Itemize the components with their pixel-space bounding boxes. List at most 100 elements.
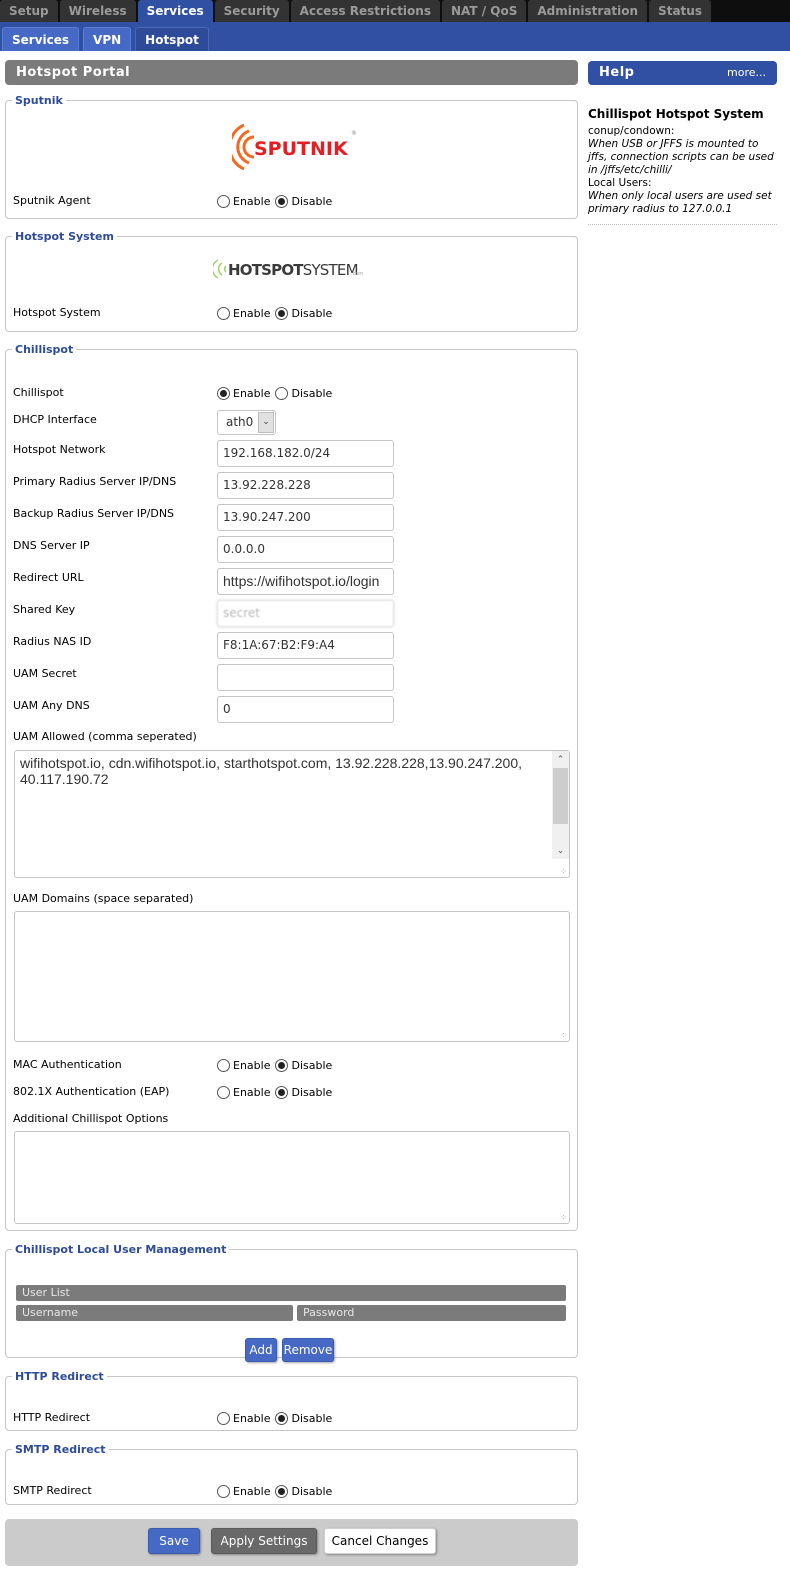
mac-auth-disable-radio[interactable] xyxy=(275,1058,289,1072)
chevron-down-icon: ⌄ xyxy=(258,412,274,433)
chillispot-enable-radio[interactable] xyxy=(217,386,230,400)
chillispot-section: Chillispot Chillispot Enable Disable DHC… xyxy=(5,343,578,1231)
chillispot-legend: Chillispot xyxy=(15,343,74,356)
remove-user-button[interactable]: Remove xyxy=(282,1338,334,1362)
primary-radius-input[interactable]: 13.92.228.228 xyxy=(217,472,394,499)
sputnik-agent-row: Sputnik Agent Enable Disable xyxy=(13,191,573,211)
footer-bar: Save Apply Settings Cancel Changes xyxy=(5,1519,578,1566)
apply-settings-button[interactable]: Apply Settings xyxy=(211,1528,317,1554)
uam-domains-label: UAM Domains (space separated) xyxy=(13,892,194,905)
help-body: Chillispot Hotspot System conup/condown:… xyxy=(588,108,777,225)
resize-grip-icon[interactable]: ⁘ xyxy=(560,1032,567,1040)
additional-options-textarea[interactable]: ⁘ xyxy=(14,1131,570,1224)
uam-any-dns-label: UAM Any DNS xyxy=(13,699,90,712)
primary-radius-label: Primary Radius Server IP/DNS xyxy=(13,475,177,488)
primary-radius-row: Primary Radius Server IP/DNS 13.92.228.2… xyxy=(13,472,573,499)
svg-text:SPUTNIK: SPUTNIK xyxy=(254,138,349,160)
add-user-button[interactable]: Add xyxy=(245,1338,277,1362)
tab-wireless[interactable]: Wireless xyxy=(59,0,136,22)
radio-label-disable: Disable xyxy=(291,194,333,208)
main-content: Hotspot Portal xyxy=(5,60,578,85)
backup-radius-label: Backup Radius Server IP/DNS xyxy=(13,507,175,520)
redirect-url-input[interactable]: https://wifihotspot.io/login xyxy=(217,568,394,595)
sputnik-agent-disable-radio[interactable] xyxy=(275,194,289,208)
user-list-header: User List xyxy=(16,1285,566,1301)
help-text-local-users: Local Users: xyxy=(588,177,652,189)
uam-allowed-textarea[interactable]: wifihotspot.io, cdn.wifihotspot.io, star… xyxy=(14,750,570,878)
password-column-header: Password xyxy=(297,1305,566,1321)
sputnik-logo: SPUTNIK ® xyxy=(232,123,357,171)
tab-administration[interactable]: Administration xyxy=(528,0,648,22)
smtp-redirect-label: SMTP Redirect xyxy=(13,1484,92,1497)
help-more-link[interactable]: more... xyxy=(727,61,766,85)
dhcp-interface-select[interactable]: ath0 ⌄ xyxy=(217,410,276,435)
mac-auth-label: MAC Authentication xyxy=(13,1058,122,1071)
mac-auth-enable-radio[interactable] xyxy=(217,1058,230,1072)
hotspot-system-disable-radio[interactable] xyxy=(275,306,289,320)
shared-key-label: Shared Key xyxy=(13,603,76,616)
cancel-changes-button[interactable]: Cancel Changes xyxy=(324,1528,436,1554)
radio-label-disable: Disable xyxy=(291,1484,333,1498)
radio-label-disable: Disable xyxy=(291,1058,333,1072)
http-redirect-enable-radio[interactable] xyxy=(217,1411,230,1425)
eap-auth-disable-radio[interactable] xyxy=(275,1085,289,1099)
http-redirect-disable-radio[interactable] xyxy=(275,1411,289,1425)
redirect-url-label: Redirect URL xyxy=(13,571,84,584)
radius-nas-input[interactable]: F8:1A:67:B2:F9:A4 xyxy=(217,632,394,659)
tab-security[interactable]: Security xyxy=(214,0,289,22)
scroll-thumb[interactable] xyxy=(553,768,568,824)
radio-label-enable: Enable xyxy=(233,194,271,208)
radio-label-enable: Enable xyxy=(233,1411,271,1425)
save-button[interactable]: Save xyxy=(148,1528,200,1554)
subtab-vpn[interactable]: VPN xyxy=(83,27,132,51)
tab-nat-qos[interactable]: NAT / QoS xyxy=(441,0,527,22)
help-header: Help more... xyxy=(588,61,777,85)
uam-domains-textarea[interactable]: ⁘ xyxy=(14,911,570,1042)
radio-label-enable: Enable xyxy=(233,1085,271,1099)
sputnik-agent-label: Sputnik Agent xyxy=(13,194,91,207)
shared-key-input[interactable]: secret xyxy=(217,600,394,627)
chillispot-enable-row: Chillispot Enable Disable xyxy=(13,383,573,403)
dns-server-row: DNS Server IP 0.0.0.0 xyxy=(13,536,573,563)
uam-allowed-label: UAM Allowed (comma seperated) xyxy=(13,730,197,743)
tab-services[interactable]: Services xyxy=(137,0,213,22)
sputnik-section: Sputnik SPUTNIK ® Sputnik Agent Enable D… xyxy=(5,94,578,219)
resize-grip-icon[interactable]: ⁘ xyxy=(560,868,567,876)
hotspot-system-enable-radio[interactable] xyxy=(217,306,230,320)
hotspot-network-input[interactable]: 192.168.182.0/24 xyxy=(217,440,394,467)
chillispot-disable-radio[interactable] xyxy=(275,386,289,400)
uam-any-dns-input[interactable]: 0 xyxy=(217,696,394,723)
eap-auth-label: 802.1X Authentication (EAP) xyxy=(13,1085,170,1098)
smtp-redirect-enable-radio[interactable] xyxy=(217,1484,230,1498)
top-nav: Setup Wireless Services Security Access … xyxy=(0,0,790,22)
uam-secret-input[interactable] xyxy=(217,664,394,691)
sputnik-agent-enable-radio[interactable] xyxy=(217,194,230,208)
scroll-down-icon[interactable]: ⌄ xyxy=(552,842,569,859)
hotspot-system-legend: Hotspot System xyxy=(15,230,114,243)
dns-server-input[interactable]: 0.0.0.0 xyxy=(217,536,394,563)
http-redirect-section: HTTP Redirect HTTP Redirect Enable Disab… xyxy=(5,1370,578,1431)
radio-label-enable: Enable xyxy=(233,1484,271,1498)
tab-setup[interactable]: Setup xyxy=(0,0,58,22)
smtp-redirect-disable-radio[interactable] xyxy=(275,1484,289,1498)
subtab-services[interactable]: Services xyxy=(2,27,80,51)
tab-access-restrictions[interactable]: Access Restrictions xyxy=(290,0,440,22)
resize-grip-icon[interactable]: ⁘ xyxy=(560,1214,567,1222)
mac-auth-row: MAC Authentication Enable Disable xyxy=(13,1055,573,1075)
tab-status[interactable]: Status xyxy=(649,0,711,22)
redirect-url-row: Redirect URL https://wifihotspot.io/logi… xyxy=(13,568,573,595)
eap-auth-enable-radio[interactable] xyxy=(217,1085,230,1099)
uam-secret-row: UAM Secret xyxy=(13,664,573,691)
http-redirect-label: HTTP Redirect xyxy=(13,1411,91,1424)
help-heading: Chillispot Hotspot System xyxy=(588,107,764,121)
radio-label-enable: Enable xyxy=(233,1058,271,1072)
hotspot-network-row: Hotspot Network 192.168.182.0/24 xyxy=(13,440,573,467)
shared-key-row: Shared Key secret xyxy=(13,600,573,627)
uam-allowed-scrollbar[interactable]: ⌃ ⌄ xyxy=(552,751,569,859)
backup-radius-input[interactable]: 13.90.247.200 xyxy=(217,504,394,531)
http-redirect-legend: HTTP Redirect xyxy=(15,1370,104,1383)
subtab-hotspot[interactable]: Hotspot xyxy=(135,27,209,51)
radius-nas-label: Radius NAS ID xyxy=(13,635,92,648)
scroll-up-icon[interactable]: ⌃ xyxy=(552,751,569,768)
http-redirect-row: HTTP Redirect Enable Disable xyxy=(13,1408,573,1428)
